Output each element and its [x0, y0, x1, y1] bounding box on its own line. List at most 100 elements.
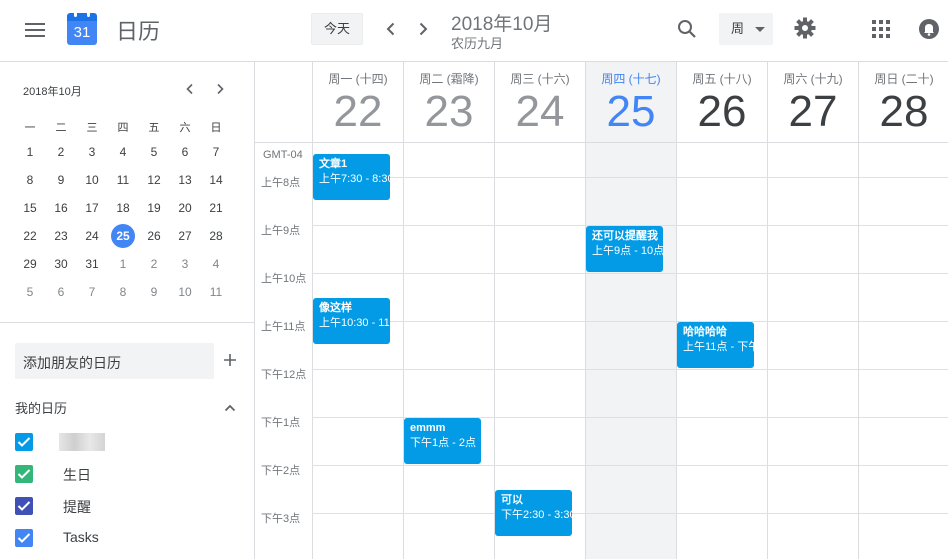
mini-day[interactable]: 9 — [142, 280, 166, 304]
mini-day[interactable]: 17 — [80, 196, 104, 220]
mini-day[interactable]: 24 — [80, 224, 104, 248]
mini-day[interactable]: 25 — [111, 224, 135, 248]
mini-day[interactable]: 4 — [111, 140, 135, 164]
mini-day[interactable]: 20 — [173, 196, 197, 220]
day-number[interactable]: 25 — [586, 86, 676, 138]
event-chip[interactable]: 可以 下午2:30 - 3:30 — [495, 490, 572, 536]
mini-day[interactable]: 10 — [173, 280, 197, 304]
calendar-item-label: 提醒 — [63, 499, 91, 515]
chevron-left-icon[interactable] — [379, 17, 403, 41]
mini-day[interactable]: 14 — [204, 168, 228, 192]
mini-day[interactable]: 6 — [173, 140, 197, 164]
day-name[interactable]: 周二 (霜降) — [404, 70, 494, 87]
calendar-item[interactable]: 提醒 — [15, 495, 245, 519]
event-chip[interactable]: emmm 下午1点 - 2点 — [404, 418, 481, 464]
mini-day[interactable]: 28 — [204, 224, 228, 248]
day-number[interactable]: 26 — [677, 86, 767, 138]
mini-day[interactable]: 3 — [80, 140, 104, 164]
day-name[interactable]: 周四 (十七) — [586, 70, 676, 87]
event-chip[interactable]: 哈哈哈哈上午11点 - 下午12点 — [677, 322, 754, 368]
mini-day[interactable]: 7 — [204, 140, 228, 164]
mini-day[interactable]: 16 — [49, 196, 73, 220]
calendar-logo[interactable]: 31 — [67, 11, 97, 45]
mini-day[interactable]: 11 — [204, 280, 228, 304]
calendar-item[interactable]: Tasks — [15, 527, 245, 551]
mini-day[interactable]: 6 — [49, 280, 73, 304]
calendar-item[interactable]: 生日 — [15, 463, 245, 487]
chevron-up-icon[interactable] — [222, 400, 238, 416]
view-select[interactable]: 周 — [719, 13, 773, 45]
event-title: 像这样 — [319, 302, 352, 314]
mini-day[interactable]: 31 — [80, 252, 104, 276]
time-label: 下午3点 — [261, 513, 301, 525]
mini-day[interactable]: 23 — [49, 224, 73, 248]
mini-day[interactable]: 5 — [18, 280, 42, 304]
mini-day[interactable]: 29 — [18, 252, 42, 276]
mini-day[interactable]: 1 — [111, 252, 135, 276]
grid-column-line — [585, 142, 586, 559]
checkbox-icon[interactable] — [15, 529, 33, 547]
calendar-item[interactable] — [15, 431, 245, 455]
day-number[interactable]: 24 — [495, 86, 585, 138]
mini-day[interactable]: 27 — [173, 224, 197, 248]
mini-day[interactable]: 10 — [80, 168, 104, 192]
event-chip[interactable]: 像这样上午10:30 - 11:30 — [313, 298, 390, 344]
mini-day[interactable]: 4 — [204, 252, 228, 276]
my-calendars-header[interactable]: 我的日历 — [15, 398, 67, 417]
checkbox-icon[interactable] — [15, 433, 33, 451]
day-name[interactable]: 周一 (十四) — [313, 70, 403, 87]
mini-day[interactable]: 26 — [142, 224, 166, 248]
plus-icon[interactable] — [222, 352, 238, 368]
mini-day[interactable]: 21 — [204, 196, 228, 220]
mini-weekday: 二 — [55, 122, 67, 134]
mini-next-icon[interactable] — [212, 81, 228, 97]
mini-day[interactable]: 19 — [142, 196, 166, 220]
search-icon[interactable] — [675, 17, 699, 41]
mini-day[interactable]: 2 — [49, 140, 73, 164]
add-friend-calendar-input[interactable]: 添加朋友的日历 — [15, 343, 214, 379]
day-name[interactable]: 周五 (十八) — [677, 70, 767, 87]
day-number[interactable]: 28 — [859, 86, 948, 138]
checkbox-icon[interactable] — [15, 465, 33, 483]
hour-line — [312, 513, 948, 514]
redacted-calendar-name — [59, 433, 105, 451]
notification-icon[interactable] — [918, 18, 940, 40]
menu-icon[interactable] — [24, 19, 46, 41]
mini-day[interactable]: 11 — [111, 168, 135, 192]
mini-day[interactable]: 1 — [18, 140, 42, 164]
day-number[interactable]: 23 — [404, 86, 494, 138]
event-chip[interactable]: 还可以提醒我 上午9点 - 10点 — [586, 226, 663, 272]
sidebar: 2018年10月 一二三四五六日 1 2 3 4 5 6 7 8 9 10 11 12 13 14 15 16 1… — [0, 62, 255, 559]
checkbox-icon[interactable] — [15, 497, 33, 515]
mini-day[interactable]: 5 — [142, 140, 166, 164]
mini-prev-icon[interactable] — [182, 81, 198, 97]
mini-day[interactable]: 18 — [111, 196, 135, 220]
day-number[interactable]: 27 — [768, 86, 858, 138]
mini-day[interactable]: 30 — [49, 252, 73, 276]
mini-day[interactable]: 22 — [18, 224, 42, 248]
mini-day[interactable]: 9 — [49, 168, 73, 192]
apps-icon[interactable] — [870, 18, 892, 40]
grid-column-line — [767, 142, 768, 559]
time-label: 上午11点 — [261, 321, 306, 333]
day-name[interactable]: 周日 (二十) — [859, 70, 948, 87]
mini-day[interactable]: 12 — [142, 168, 166, 192]
mini-day[interactable]: 8 — [18, 168, 42, 192]
mini-day[interactable]: 2 — [142, 252, 166, 276]
event-time: 下午1点 - 2点 — [410, 437, 477, 449]
mini-day[interactable]: 8 — [111, 280, 135, 304]
chevron-right-icon[interactable] — [411, 17, 435, 41]
month-title: 2018年10月 — [451, 14, 553, 35]
app-title[interactable]: 日历 — [116, 14, 160, 46]
mini-day[interactable]: 15 — [18, 196, 42, 220]
today-button[interactable]: 今天 — [311, 13, 363, 45]
mini-day[interactable]: 13 — [173, 168, 197, 192]
day-name[interactable]: 周六 (十九) — [768, 70, 858, 87]
day-number[interactable]: 22 — [313, 86, 403, 138]
gear-icon[interactable] — [793, 16, 817, 40]
view-label: 周 — [731, 21, 745, 36]
event-chip[interactable]: 文章1 上午7:30 - 8:30 — [313, 154, 390, 200]
mini-day[interactable]: 3 — [173, 252, 197, 276]
mini-day[interactable]: 7 — [80, 280, 104, 304]
day-name[interactable]: 周三 (十六) — [495, 70, 585, 87]
